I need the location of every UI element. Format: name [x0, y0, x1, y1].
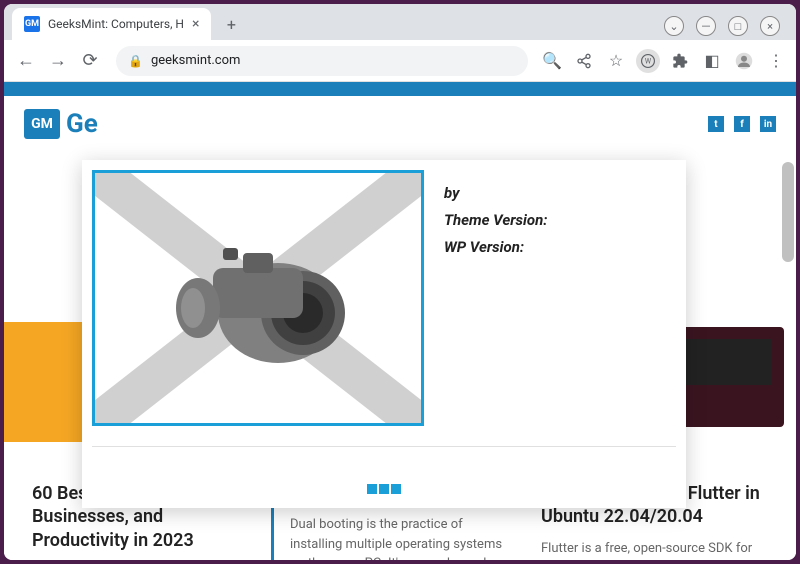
- page-content: GM Ge t f in 60 Best AI Tools for Busine…: [4, 82, 796, 560]
- url-text: geeksmint.com: [151, 53, 240, 68]
- share-icon[interactable]: [572, 49, 596, 73]
- browser-tab[interactable]: GM GeeksMint: Computers, H ×: [12, 8, 211, 40]
- theme-info-popup: by Theme Version: WP Version:: [82, 160, 686, 508]
- minimize-button[interactable]: －: [696, 16, 716, 36]
- back-button[interactable]: ←: [12, 47, 40, 75]
- profile-icon[interactable]: [732, 49, 756, 73]
- missing-image-placeholder: [92, 170, 424, 426]
- top-banner: [4, 82, 796, 96]
- window-controls: ⌄ － □ ×: [664, 16, 788, 40]
- social-links: t f in: [708, 116, 776, 132]
- site-logo[interactable]: GM Ge: [24, 109, 98, 139]
- reload-button[interactable]: ⟳: [76, 47, 104, 75]
- toolbar-actions: 🔍 ☆ W ◧ ⋮: [540, 49, 788, 73]
- linkedin-icon[interactable]: in: [760, 116, 776, 132]
- facebook-icon[interactable]: f: [734, 116, 750, 132]
- close-window-button[interactable]: ×: [760, 16, 780, 36]
- zoom-icon[interactable]: 🔍: [540, 49, 564, 73]
- extensions-icon[interactable]: [668, 49, 692, 73]
- forward-button[interactable]: →: [44, 47, 72, 75]
- bookmark-icon[interactable]: ☆: [604, 49, 628, 73]
- chevron-down-icon[interactable]: ⌄: [664, 16, 684, 36]
- scrollbar[interactable]: [782, 162, 794, 262]
- wp-version-label: WP Version:: [444, 234, 547, 261]
- wordpress-extension-icon[interactable]: W: [636, 49, 660, 73]
- camera-icon: [148, 213, 368, 373]
- logo-badge: GM: [24, 109, 60, 139]
- maximize-button[interactable]: □: [728, 16, 748, 36]
- theme-version-label: Theme Version:: [444, 207, 547, 234]
- tab-strip: GM GeeksMint: Computers, H × + ⌄ － □ ×: [4, 4, 796, 40]
- new-tab-button[interactable]: +: [217, 10, 245, 38]
- loading-indicator: [367, 484, 401, 494]
- by-label: by: [444, 180, 547, 207]
- menu-icon[interactable]: ⋮: [764, 49, 788, 73]
- logo-text: Ge: [66, 109, 98, 139]
- divider: [92, 446, 676, 447]
- tab-title: GeeksMint: Computers, H: [48, 17, 184, 31]
- site-header: GM Ge t f in: [4, 96, 796, 152]
- sidepanel-icon[interactable]: ◧: [700, 49, 724, 73]
- address-bar[interactable]: 🔒 geeksmint.com: [116, 46, 528, 76]
- browser-window: GM GeeksMint: Computers, H × + ⌄ － □ × ←…: [4, 4, 796, 560]
- twitter-icon[interactable]: t: [708, 116, 724, 132]
- article-excerpt: Flutter is a free, open-source SDK for c…: [541, 539, 768, 560]
- theme-info: by Theme Version: WP Version:: [444, 170, 547, 426]
- lock-icon: 🔒: [128, 54, 143, 68]
- favicon: GM: [24, 16, 40, 32]
- article-excerpt: Dual booting is the practice of installi…: [290, 515, 517, 560]
- close-tab-icon[interactable]: ×: [192, 16, 199, 32]
- toolbar: ← → ⟳ 🔒 geeksmint.com 🔍 ☆ W ◧ ⋮: [4, 40, 796, 82]
- svg-text:W: W: [645, 57, 652, 65]
